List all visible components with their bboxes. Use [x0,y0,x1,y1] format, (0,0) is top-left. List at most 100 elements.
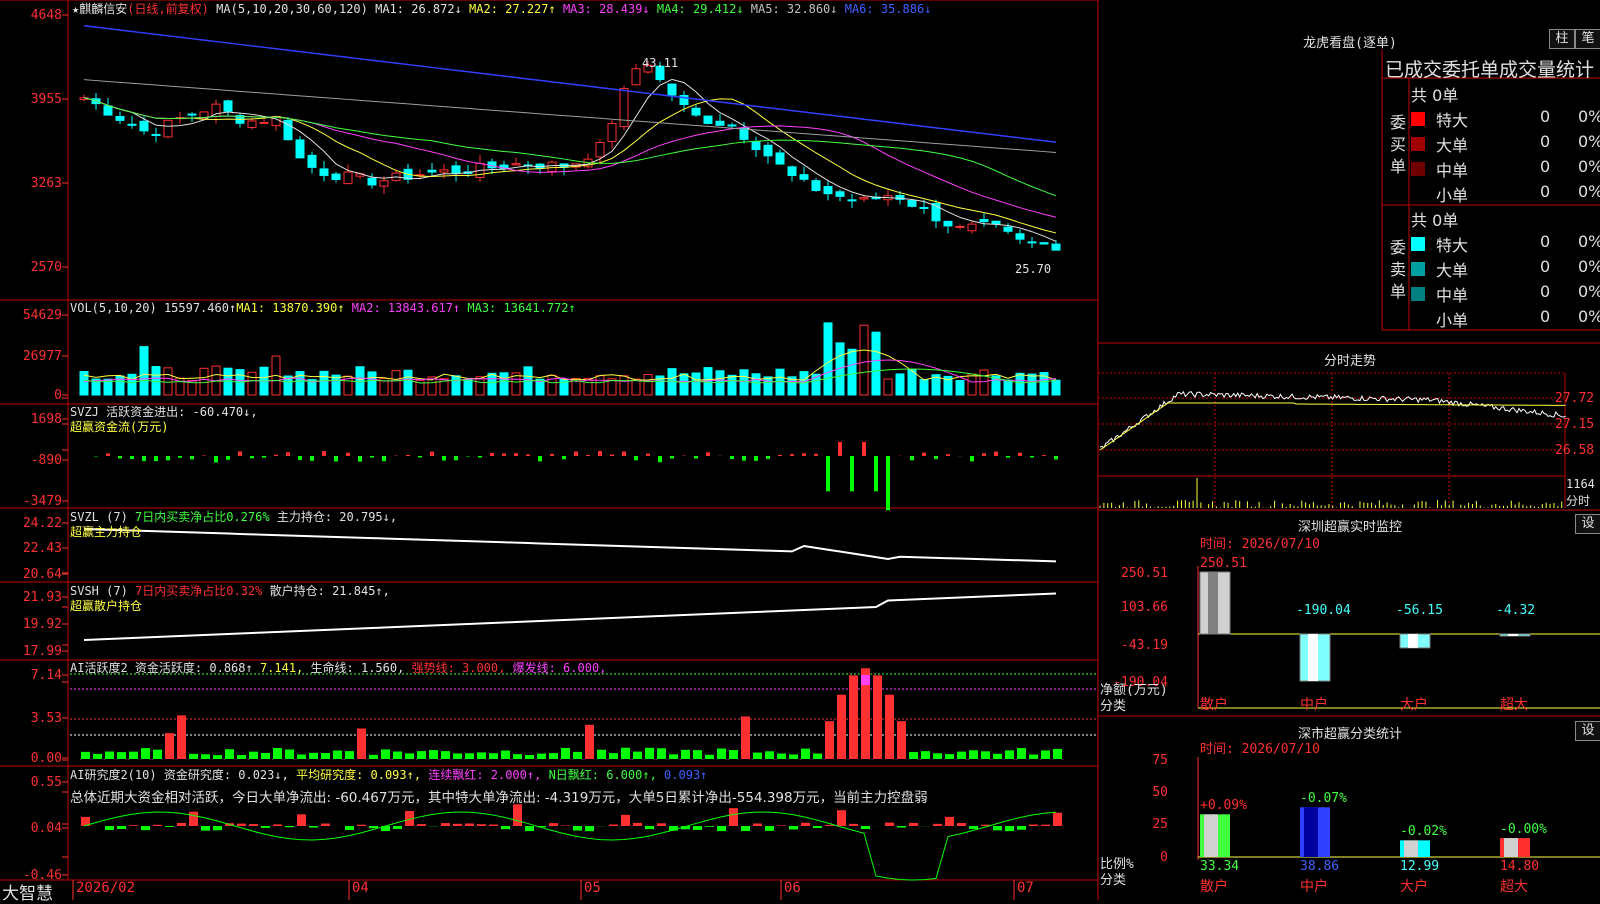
intraday-title: 分时走势 [1100,350,1600,369]
research-bar [1005,826,1014,831]
row-name: 特大 [1436,107,1468,131]
bar-view-button[interactable]: 柱 [1549,29,1575,49]
fund-flow-bar [178,456,182,458]
volume-bar [632,379,640,395]
candle-body [512,164,520,165]
activity-bar [129,752,138,759]
y-tick-label: 27.72 [1555,391,1600,406]
fund-flow-bar [850,456,854,491]
legend-value: 爆发线: 6.000, [513,661,607,675]
research-bar [789,826,798,829]
fund-flow-bar [490,453,494,456]
candle-body [1040,243,1048,244]
volume-bar [356,367,364,395]
legend-value: MA2: 13843.617↑ [352,301,468,315]
research-bar [345,826,354,830]
row-count: 0 [1540,182,1550,201]
volume-bar [164,368,172,395]
research-bar [609,825,618,826]
research-bar [1041,825,1050,826]
candle-body [1052,244,1060,250]
y-tick-label: 54629 [2,308,62,323]
candle-body [140,121,148,131]
candle-body [980,220,988,222]
net-amount-bar-highlight [1508,634,1518,636]
y-tick-label: 24.22 [2,516,62,531]
vol-value: 15597.460↑ [164,301,236,315]
research-bar [261,826,270,828]
bar-value-label: -190.04 [1296,604,1351,618]
activity-bar [117,752,126,759]
research-bar [525,826,534,831]
candle-body [116,116,124,120]
tick-view-button[interactable]: 笔 [1575,29,1600,49]
research-bar [417,824,426,826]
ratio-category-label: 散户 [1200,880,1228,894]
research-bar [897,826,906,828]
candle-body [668,84,676,95]
y-tick-label: 3263 [2,176,62,191]
fund-flow-bar [526,454,530,456]
ratio-value-label: 38.86 [1300,860,1339,874]
volume-bar [1052,380,1060,395]
research-bar [189,812,198,826]
color-square [1411,262,1425,276]
ai-active-values: 资金活跃度: 0.868↑ 7.141, 生命线: 1.560, 强势线: 3.… [135,661,606,675]
fund-flow-bar [370,456,374,458]
y-tick-label: 0.04 [2,821,62,836]
fund-flow-bar [226,456,230,460]
volume-bar [896,374,904,395]
research-bar [177,823,186,826]
fund-flow-bar [118,456,122,458]
stock-name[interactable]: ★麒麟信安 [72,2,127,16]
legend-value: 连续飘红: 2.000↑, [428,768,548,782]
activity-bar [369,755,378,759]
activity-bar [429,750,438,759]
legend-value: MA5: 32.860↓ [751,2,845,16]
classify-settings-button[interactable]: 设 [1575,721,1600,741]
activity-bar [921,751,930,759]
stock-chart-canvas[interactable] [0,0,1600,900]
volume-bar [1016,373,1024,395]
monitor-settings-button[interactable]: 设 [1575,514,1600,534]
monitor-y-label: 净额(万元) [1100,684,1168,698]
y-tick-label: 250.51 [1108,566,1168,581]
activity-bar [1029,755,1038,759]
fund-flow-bar [190,456,194,459]
period-mode[interactable]: (日线,前复权) [127,2,209,16]
row-name: 小单 [1436,182,1468,206]
candle-body [812,181,820,191]
research-bar [561,825,570,826]
fund-flow-bar [694,456,698,458]
volume-bar [860,325,868,395]
net-amount-bar-highlight [1308,634,1318,681]
bar-category-label: 大户 [1400,698,1428,712]
volume-bar [596,376,604,395]
fund-flow-bar [742,456,746,461]
ratio-value-label: 14.80 [1500,860,1539,874]
fund-flow-bar [610,455,614,456]
activity-bar [249,752,258,759]
research-bar [705,826,714,827]
retail-hold-line [84,594,1056,641]
activity-bar [669,754,678,759]
research-bar [633,823,642,826]
research-bar [813,826,822,828]
fund-flow-bar [274,455,278,456]
research-bar [117,826,126,829]
ai-active-header: AI活跃度2 资金活跃度: 0.868↑ 7.141, 生命线: 1.560, … [70,661,606,675]
volume-bar [404,370,412,395]
fund-flow-bar [130,456,134,459]
volume-bar [752,374,760,395]
activity-bar [393,751,402,759]
legend-value: MA3: 13641.772↑ [467,301,575,315]
svsh-header: SVSH (7) 7日内买卖净占比0.32% 散户持仓: 21.845↑, [70,584,390,598]
research-bar [513,804,522,826]
y-tick-label: 0.00 [2,751,62,766]
y-tick-label: -890 [2,453,62,468]
activity-bar [537,754,546,759]
activity-bar [345,751,354,759]
svzj-header: SVZJ 活跃资金进出: -60.470↓, [70,405,258,419]
candle-body [128,124,136,125]
research-bar [165,826,174,827]
